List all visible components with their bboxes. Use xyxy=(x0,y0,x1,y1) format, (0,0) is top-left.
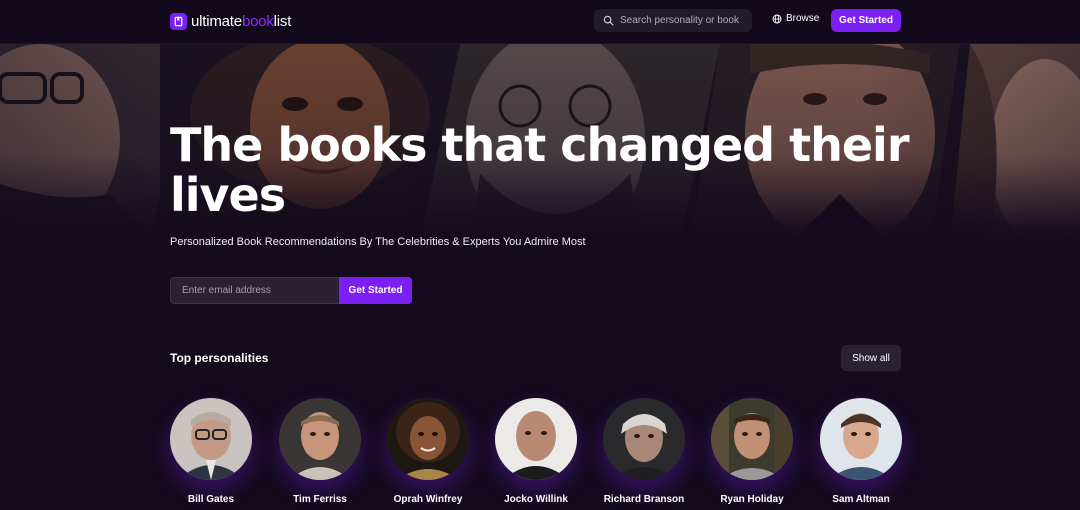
avatar[interactable] xyxy=(495,398,577,480)
navbar: ultimatebooklist Browse Get Started xyxy=(0,0,1080,44)
avatar[interactable] xyxy=(279,398,361,480)
book-logo-icon xyxy=(170,12,187,30)
personality-name[interactable]: Oprah Winfrey xyxy=(372,494,484,505)
email-signup-form: Get Started xyxy=(170,277,412,304)
avatar[interactable] xyxy=(387,398,469,480)
logo[interactable]: ultimatebooklist xyxy=(170,11,291,31)
personalities-list: Bill Gates Tim Ferriss Oprah Winfrey Joc… xyxy=(0,396,1080,510)
personality-name[interactable]: Sam Altman xyxy=(805,494,917,505)
avatar[interactable] xyxy=(711,398,793,480)
browse-label: Browse xyxy=(786,13,820,24)
personality-name[interactable]: Richard Branson xyxy=(588,494,700,505)
personality-name[interactable]: Ryan Holiday xyxy=(696,494,808,505)
personality-name[interactable]: Tim Ferriss xyxy=(264,494,376,505)
browse-link[interactable]: Browse xyxy=(772,13,819,24)
hero-headline: The books that changed their lives xyxy=(170,118,910,222)
personality-name[interactable]: Bill Gates xyxy=(155,494,267,505)
avatar[interactable] xyxy=(820,398,902,480)
globe-icon xyxy=(772,14,782,23)
logo-text: ultimatebooklist xyxy=(191,13,291,30)
logo-text-list: list xyxy=(273,12,292,30)
avatar[interactable] xyxy=(170,398,252,480)
personality-name[interactable]: Jocko Willink xyxy=(480,494,592,505)
email-field[interactable] xyxy=(170,277,339,304)
show-all-button[interactable]: Show all xyxy=(841,345,901,371)
logo-text-book: book xyxy=(241,12,274,30)
search-icon xyxy=(603,15,614,26)
get-started-button[interactable]: Get Started xyxy=(831,9,901,32)
search-input[interactable] xyxy=(620,15,748,26)
avatar[interactable] xyxy=(603,398,685,480)
logo-text-ultimate: ultimate xyxy=(191,12,242,30)
hero-subline: Personalized Book Recommendations By The… xyxy=(170,236,586,248)
search-box[interactable] xyxy=(594,9,752,32)
section-title-top-personalities: Top personalities xyxy=(170,351,269,365)
hero-get-started-button[interactable]: Get Started xyxy=(339,277,412,304)
